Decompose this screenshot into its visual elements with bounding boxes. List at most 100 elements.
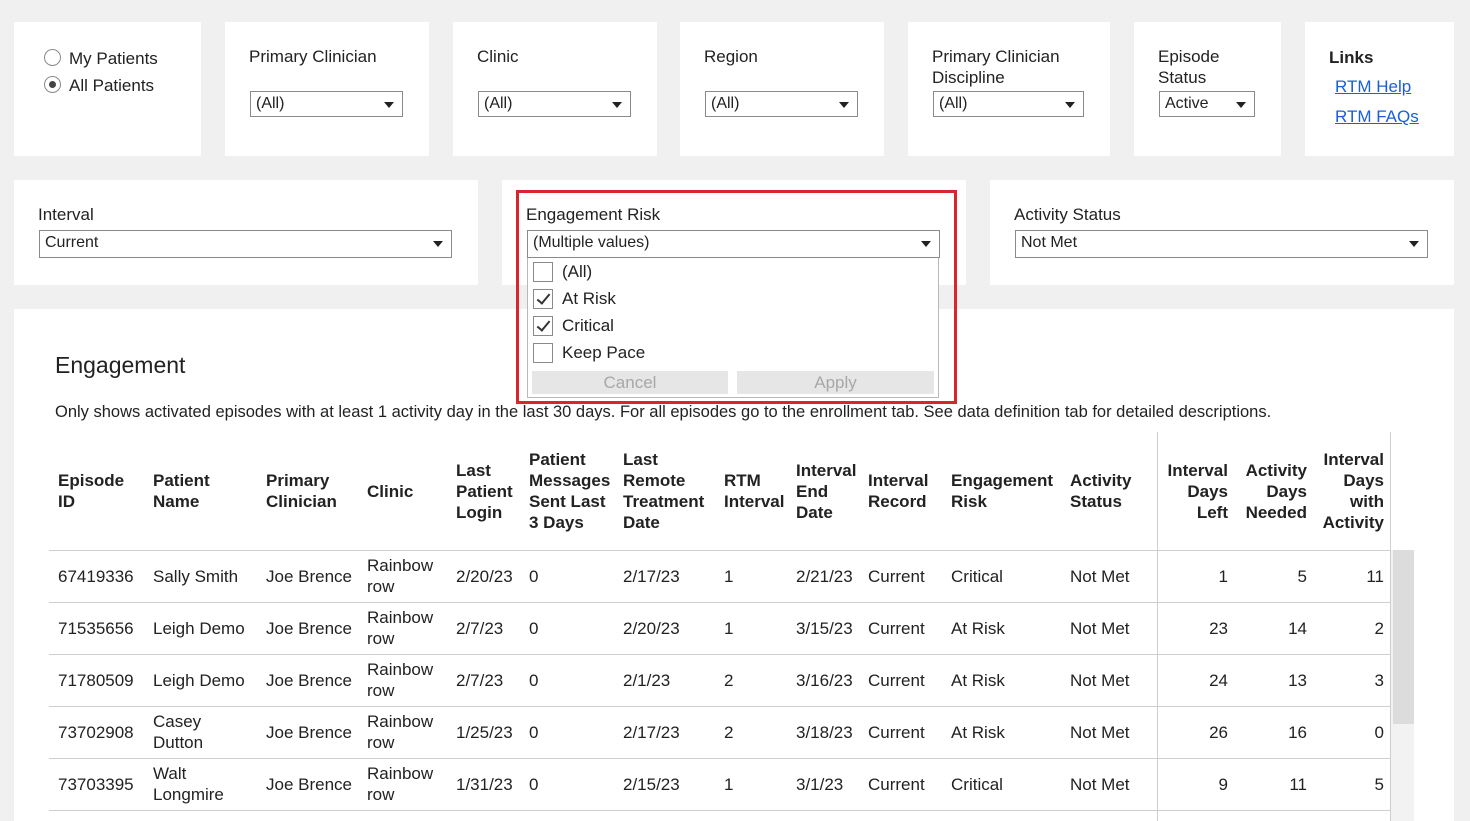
table-row-divider: [49, 654, 1390, 655]
engagement-risk-label: Engagement Risk: [526, 205, 661, 224]
table-cell: Critical: [951, 566, 1003, 586]
column-header-messages: Sent Last: [529, 492, 606, 511]
table-cell: 1: [724, 566, 734, 586]
table-cell: 2/7/23: [456, 618, 504, 638]
column-header-last-treatment: Last: [623, 450, 658, 469]
interval-select[interactable]: Current: [39, 230, 452, 258]
table-cell: 2: [724, 722, 734, 742]
column-header-days-with-activity: with: [1350, 492, 1384, 511]
column-header-days-left: Interval: [1167, 460, 1228, 480]
column-header-rtm-interval: RTM: [724, 471, 761, 490]
chevron-down-icon: [921, 241, 931, 247]
primary-clinician-select[interactable]: (All): [250, 91, 403, 117]
clinic-value: (All): [484, 95, 513, 112]
chevron-down-icon: [839, 102, 849, 108]
table-cell: 2: [724, 670, 734, 690]
discipline-filter-card: [908, 22, 1110, 156]
table-cell: Rainbow: [367, 556, 434, 575]
episode-status-filter-card: [1134, 22, 1281, 156]
cancel-button[interactable]: Cancel: [532, 371, 728, 394]
column-header-days-left: Left: [1196, 502, 1228, 522]
column-header-episode-id: Episode: [58, 471, 125, 490]
discipline-select[interactable]: (All): [933, 91, 1084, 117]
table-cell: row: [367, 785, 395, 804]
table-cell: 0: [529, 722, 539, 742]
column-header-patient-name: Name: [153, 492, 200, 511]
engagement-title: Engagement: [55, 352, 186, 378]
option-keep-pace-label: Keep Pace: [562, 343, 646, 362]
column-header-last-treatment: Remote: [623, 471, 686, 490]
checkbox-at-risk[interactable]: [533, 289, 553, 309]
table-cell: 73702908: [58, 722, 134, 742]
column-header-interval-end: Date: [796, 502, 833, 522]
table-row-divider: [49, 810, 1390, 811]
episode-status-select[interactable]: Active: [1159, 91, 1255, 117]
table-row-divider: [49, 758, 1390, 759]
table-cell: 24: [1209, 670, 1228, 690]
column-header-days-with-activity: Days: [1343, 471, 1384, 490]
table-cell: 71535656: [58, 618, 134, 638]
table-cell: 3/1/23: [796, 774, 844, 794]
table-cell: Walt: [153, 764, 187, 783]
table-cell: Rainbow: [367, 712, 434, 731]
column-header-activity-status: Activity: [1070, 471, 1132, 490]
table-cell: 71780509: [58, 670, 134, 690]
table-cell: 13: [1288, 670, 1307, 690]
radio-my-patients-button[interactable]: [44, 49, 61, 66]
table-cell: At Risk: [951, 618, 1005, 638]
primary-clinician-filter-card: [225, 22, 429, 156]
table-row-divider: [49, 602, 1390, 603]
apply-button[interactable]: Apply: [737, 371, 934, 394]
table-cell: 3/18/23: [796, 722, 853, 742]
rtm-help-link[interactable]: RTM Help: [1335, 77, 1411, 97]
table-cell: 11: [1289, 774, 1307, 794]
radio-my-patients-label: My Patients: [69, 49, 158, 68]
table-cell: 11: [1366, 566, 1384, 586]
checkbox-critical[interactable]: [533, 316, 553, 336]
table-cell: 16: [1288, 722, 1307, 742]
activity-status-value: Not Met: [1021, 234, 1078, 251]
table-cell: Critical: [951, 774, 1003, 794]
table-cell: 2/1/23: [623, 670, 671, 690]
option-at-risk-label: At Risk: [562, 289, 616, 308]
table-cell: row: [367, 681, 395, 700]
table-cell: 1: [1218, 566, 1228, 586]
column-header-patient-name: Patient: [153, 471, 210, 490]
column-header-primary-clinician: Primary: [266, 471, 330, 490]
primary-clinician-value: (All): [256, 95, 285, 112]
table-cell: Not Met: [1070, 774, 1130, 794]
region-select[interactable]: (All): [705, 91, 858, 117]
column-header-messages: 3 Days: [529, 513, 584, 532]
table-cell: 0: [529, 774, 539, 794]
engagement-risk-select[interactable]: (Multiple values): [527, 230, 940, 258]
table-cell: 1/31/23: [456, 774, 513, 794]
table-cell: Longmire: [153, 785, 224, 804]
table-cell: Rainbow: [367, 660, 434, 679]
table-cell: row: [367, 733, 395, 752]
table-cell: 0: [529, 670, 539, 690]
table-cell: Rainbow: [367, 608, 434, 627]
table-scrollbar-thumb[interactable]: [1393, 550, 1414, 724]
table-cell: 0: [529, 618, 539, 638]
table-cell: 0: [529, 566, 539, 586]
radio-all-patients-button[interactable]: [44, 76, 61, 93]
chevron-down-icon: [433, 241, 443, 247]
column-header-clinic: Clinic: [367, 481, 414, 501]
rtm-faqs-link[interactable]: RTM FAQs: [1335, 107, 1419, 127]
column-header-primary-clinician: Clinician: [266, 492, 337, 511]
checkbox-all[interactable]: [533, 262, 553, 282]
table-cell: 0: [1374, 722, 1384, 742]
table-cell: Not Met: [1070, 670, 1130, 690]
activity-status-select[interactable]: Not Met: [1015, 230, 1428, 258]
clinic-select[interactable]: (All): [478, 91, 631, 117]
engagement-description: Only shows activated episodes with at le…: [55, 403, 1272, 421]
column-header-rtm-interval: Interval: [724, 492, 785, 511]
table-cell: 5: [1374, 774, 1384, 794]
checkbox-keep-pace[interactable]: [533, 343, 553, 363]
table-cell: 67419336: [58, 566, 134, 586]
engagement-risk-value: (Multiple values): [533, 234, 650, 251]
option-critical-label: Critical: [562, 316, 614, 335]
chevron-down-icon: [612, 102, 622, 108]
column-header-days-with-activity: Interval: [1323, 450, 1384, 469]
table-cell: Current: [868, 618, 925, 638]
